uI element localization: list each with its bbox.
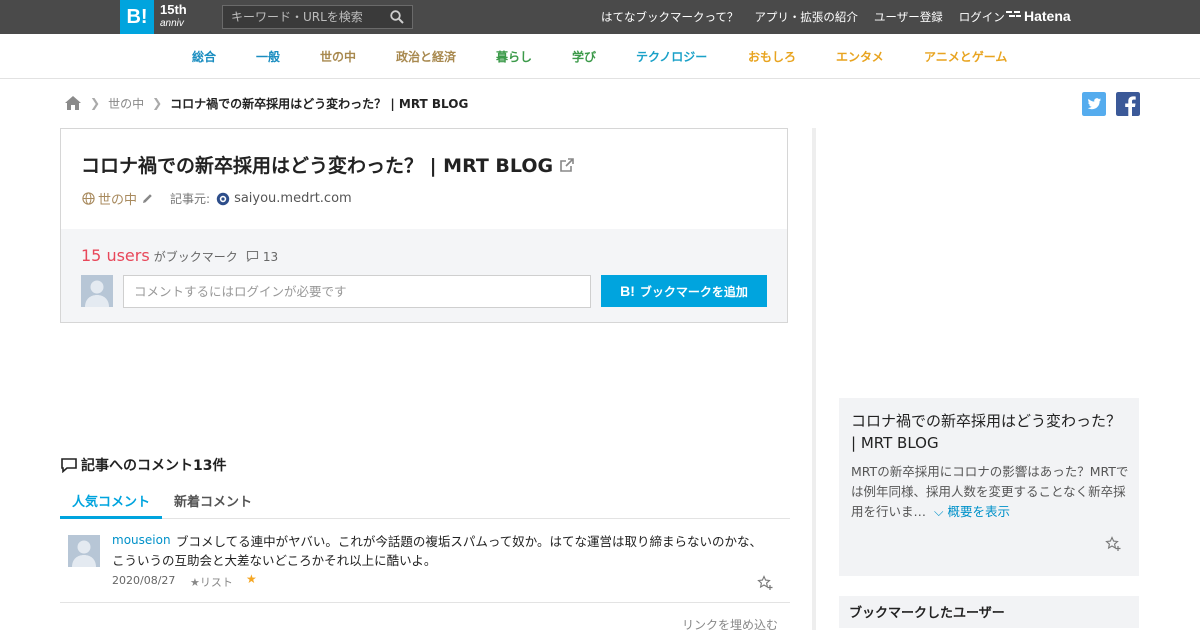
- comment-bubble-icon: [61, 458, 77, 473]
- comment-star[interactable]: ★: [246, 572, 257, 586]
- list-star-icon: ★: [190, 576, 200, 589]
- chevron-right-icon: ❯: [152, 96, 163, 110]
- category-entertainment[interactable]: エンタメ: [836, 48, 884, 65]
- bookmarked-users-heading: ブックマークしたユーザー: [839, 596, 1139, 628]
- source-label: 記事元:: [170, 192, 211, 206]
- category-fun[interactable]: おもしろ: [748, 48, 796, 65]
- twitter-share-icon[interactable]: [1082, 92, 1106, 116]
- default-user-icon: [68, 535, 100, 567]
- comments-heading-text: 記事へのコメント13件: [81, 458, 227, 474]
- bookmark-b-icon: B!: [620, 283, 635, 299]
- summary-title[interactable]: コロナ禍での新卒採用はどう変わった？ | MRT BLOG: [851, 410, 1127, 454]
- category-it[interactable]: テクノロジー: [636, 48, 707, 65]
- category-general[interactable]: 一般: [256, 48, 280, 65]
- tab-new-comments[interactable]: 新着コメント: [162, 486, 264, 519]
- add-star-icon[interactable]: [1105, 536, 1121, 552]
- category-life[interactable]: 暮らし: [496, 48, 532, 65]
- list-label: リスト: [199, 576, 233, 589]
- comment-tabs: 人気コメント 新着コメント: [60, 486, 790, 519]
- comment-date[interactable]: 2020/08/27: [112, 574, 175, 587]
- category-nav: 総合 一般 世の中 政治と経済 暮らし 学び テクノロジー おもしろ エンタメ …: [0, 34, 1200, 79]
- add-bookmark-button[interactable]: B! ブックマークを追加: [601, 275, 767, 307]
- category-knowledge[interactable]: 学び: [572, 48, 596, 65]
- entry-box: コロナ禍での新卒採用はどう変わった？ | MRT BLOG 世の中 記事元: s…: [60, 128, 788, 323]
- avatar: [81, 275, 113, 307]
- add-star-icon[interactable]: [757, 575, 773, 591]
- comments-heading: 記事へのコメント13件: [60, 455, 226, 475]
- entry-meta: 世の中 記事元: saiyou.medrt.com: [82, 189, 352, 208]
- summary-description: MRTの新卒採用にコロナの影響はあった？MRTでは例年同様、採用人数を変更するこ…: [851, 462, 1131, 522]
- category-total[interactable]: 総合: [192, 48, 216, 65]
- breadcrumb-current: コロナ禍での新卒採用はどう変わった？ | MRT BLOG: [170, 96, 469, 111]
- chevron-down-icon: ⌵: [934, 504, 944, 519]
- anniversary-badge: 15th anniv: [160, 3, 214, 31]
- anniversary-badge-word: anniv: [160, 18, 184, 29]
- chevron-right-icon: ❯: [90, 96, 101, 110]
- tab-popular-comments[interactable]: 人気コメント: [60, 486, 163, 519]
- category-game[interactable]: アニメとゲーム: [924, 48, 1007, 65]
- hatena-brand-text: Hatena: [1024, 8, 1071, 24]
- external-link-icon[interactable]: [559, 157, 575, 173]
- apps-link[interactable]: アプリ・拡張の紹介: [754, 9, 858, 25]
- search-input[interactable]: [223, 6, 383, 28]
- breadcrumb-category[interactable]: 世の中: [108, 95, 144, 112]
- hatena-dots-icon: [1006, 11, 1021, 17]
- column-divider: [812, 128, 816, 630]
- top-nav: はてなブックマークって？ アプリ・拡張の紹介 ユーザー登録 ログイン: [585, 0, 1005, 34]
- comment-icon: [246, 250, 258, 263]
- commenter-avatar[interactable]: [68, 535, 100, 567]
- add-to-list-link[interactable]: ★リスト: [190, 574, 233, 590]
- entry-title-text[interactable]: コロナ禍での新卒採用はどう変わった？ | MRT BLOG: [81, 155, 553, 177]
- entry-title[interactable]: コロナ禍での新卒採用はどう変わった？ | MRT BLOG: [81, 151, 575, 178]
- hatena-brand[interactable]: Hatena: [1006, 8, 1071, 24]
- entry-header: コロナ禍での新卒採用はどう変わった？ | MRT BLOG 世の中 記事元: s…: [61, 129, 787, 229]
- comment-row: mouseion ブコメしてる連中がヤバい。これが今話題の複垢スパムって奴か。は…: [60, 520, 790, 603]
- login-link[interactable]: ログイン: [959, 9, 1005, 25]
- site-favicon-icon: [216, 192, 230, 205]
- default-user-icon: [81, 275, 113, 307]
- breadcrumb: ❯ 世の中 ❯ コロナ禍での新卒採用はどう変わった？ | MRT BLOG: [64, 94, 468, 112]
- entry-summary-card: コロナ禍での新卒採用はどう変わった？ | MRT BLOG MRTの新卒採用にコ…: [839, 398, 1139, 576]
- search-box: [222, 5, 413, 29]
- about-link[interactable]: はてなブックマークって？: [601, 9, 738, 25]
- pencil-icon[interactable]: [141, 192, 154, 205]
- globe-icon: [82, 192, 95, 205]
- entry-bookmark-area: 15 usersがブックマーク 13 B! ブックマークを追加: [61, 229, 787, 322]
- show-summary-label: 概要を表示: [947, 504, 1010, 519]
- top-bar: B! 15th anniv はてなブックマークって？ アプリ・拡張の紹介 ユーザ…: [0, 0, 1200, 34]
- show-summary-link[interactable]: ⌵ 概要を表示: [934, 504, 1010, 519]
- add-bookmark-label: ブックマークを追加: [639, 284, 748, 299]
- users-label: がブックマーク: [153, 250, 238, 264]
- bookmark-users: 15 users がブックマーク 13: [81, 246, 278, 265]
- source-domain[interactable]: saiyou.medrt.com: [234, 191, 352, 206]
- embed-link[interactable]: リンクを埋め込む: [682, 616, 778, 630]
- comment-count[interactable]: 13: [263, 250, 278, 264]
- search-icon[interactable]: [390, 10, 404, 24]
- facebook-share-icon[interactable]: [1116, 92, 1140, 116]
- entry-category[interactable]: 世の中: [98, 189, 137, 208]
- hatena-bookmark-logo[interactable]: B!: [120, 0, 154, 34]
- register-link[interactable]: ユーザー登録: [874, 9, 943, 25]
- comment-text: ブコメしてる連中がヤバい。これが今話題の複垢スパムって奴か。はてな運営は取り締ま…: [112, 534, 763, 568]
- anniversary-badge-number: 15th: [160, 2, 187, 17]
- category-social[interactable]: 世の中: [320, 48, 356, 65]
- home-icon[interactable]: [64, 95, 82, 111]
- users-count[interactable]: 15 users: [81, 246, 150, 265]
- category-economics[interactable]: 政治と経済: [396, 48, 456, 65]
- comment-input[interactable]: [123, 275, 591, 308]
